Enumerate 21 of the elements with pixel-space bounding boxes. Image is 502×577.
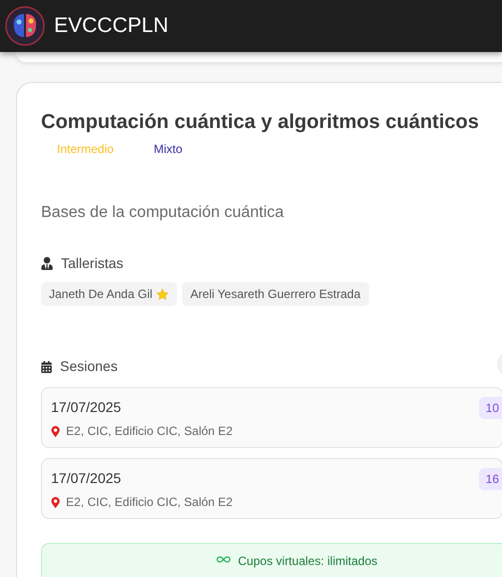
brain-logo-icon (5, 6, 45, 46)
session-location: E2, CIC, Edificio CIC, Salón E2 (66, 494, 233, 511)
calendar-icon (41, 360, 52, 372)
workshop-description: Bases de la computación cuántica (41, 203, 285, 223)
workshop-title: Computación cuántica y algoritmos cuánticos (41, 110, 480, 135)
time-badge: 16 (478, 468, 502, 490)
app-title: EVCCCPLN (54, 13, 168, 40)
location-pin-icon (51, 496, 60, 508)
virtual-seats-text: Cupos virtuales: ilimitados (238, 553, 378, 570)
location-pin-icon (51, 426, 60, 436)
session-date: 17/07/2025 (51, 398, 122, 417)
section-heading: Sesiones (60, 357, 118, 376)
instructor-name: Areli Yesareth Guerrero Estrada (190, 286, 360, 303)
instructor-name: Janeth De Anda Gil (49, 286, 152, 303)
tag: Intermedio (57, 141, 114, 157)
session-date: 17/07/2025 (51, 469, 122, 488)
person-icon (41, 257, 53, 270)
section-heading: Talleristas (61, 254, 124, 273)
session-location: E2, CIC, Edificio CIC, Salón E2 (66, 423, 233, 440)
time-badge: 10 (478, 397, 502, 419)
tag: Mixto (154, 141, 182, 157)
